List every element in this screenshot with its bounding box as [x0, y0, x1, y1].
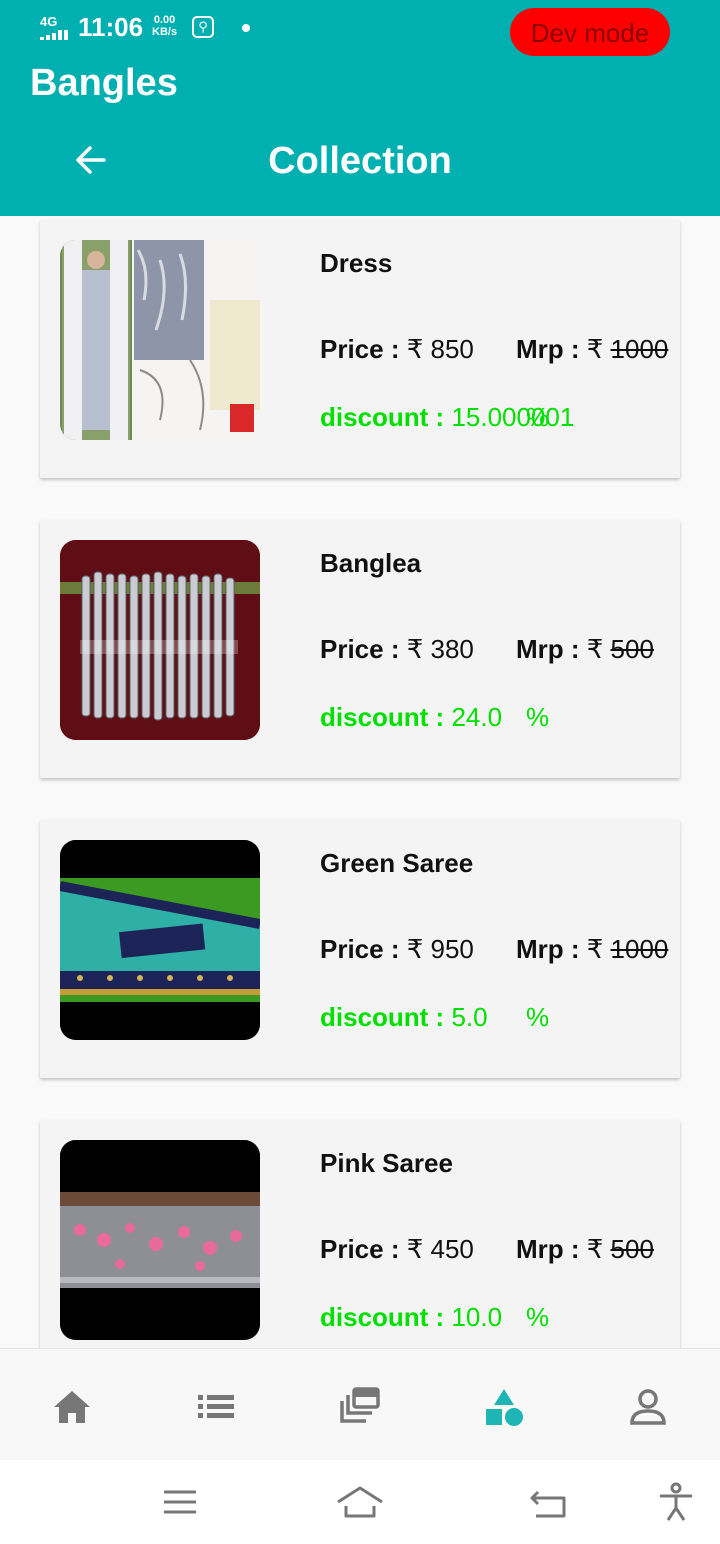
mrp-label: Mrp :	[516, 634, 587, 664]
product-discount: discount : 5.0	[320, 1002, 488, 1033]
category-icon[interactable]	[482, 1385, 526, 1429]
price-value: ₹ 850	[406, 334, 474, 364]
mrp-currency: ₹	[586, 634, 611, 664]
product-image	[60, 240, 260, 440]
bangles-image-icon	[60, 540, 260, 740]
mrp-label: Mrp :	[516, 934, 587, 964]
price-value: ₹ 380	[406, 634, 474, 664]
pink-saree-image-icon	[60, 1140, 260, 1340]
green-saree-image-icon	[60, 840, 260, 1040]
mrp-label: Mrp :	[516, 334, 587, 364]
discount-label: discount :	[320, 1002, 452, 1032]
product-mrp: Mrp : ₹ 1000	[516, 934, 668, 965]
mrp-currency: ₹	[586, 1234, 611, 1264]
mrp-label: Mrp :	[516, 1234, 587, 1264]
system-navigation-bar	[0, 1460, 720, 1544]
discount-label: discount :	[320, 1302, 452, 1332]
home-button-icon[interactable]	[336, 1482, 384, 1522]
product-name: Green Saree	[320, 848, 474, 878]
profile-icon[interactable]	[626, 1385, 670, 1429]
product-price: Price : ₹ 450	[320, 1234, 474, 1265]
dress-image-icon	[60, 240, 260, 440]
network-speed: 0.00 KB/s	[152, 14, 177, 38]
list-icon[interactable]	[194, 1385, 238, 1429]
discount-value: 24.0	[451, 702, 503, 732]
page-title: Collection	[268, 140, 452, 182]
discount-label: discount :	[320, 702, 452, 732]
product-image	[60, 540, 260, 740]
product-card[interactable]: Dress Price : ₹ 850 Mrp : ₹ 1000 discoun…	[40, 220, 680, 478]
product-discount: discount : 24.0	[320, 702, 502, 733]
product-price: Price : ₹ 380	[320, 634, 474, 665]
mrp-value: 500	[610, 634, 654, 664]
product-mrp: Mrp : ₹ 1000	[516, 334, 668, 365]
clock: 11:06	[78, 12, 144, 42]
collections-icon[interactable]	[338, 1385, 382, 1429]
product-name: Pink Saree	[320, 1148, 453, 1178]
price-label: Price :	[320, 934, 407, 964]
usb-debug-icon: ⚲	[192, 16, 214, 38]
price-label: Price :	[320, 634, 407, 664]
mrp-value: 1000	[610, 934, 669, 964]
discount-value: 15.000001	[451, 402, 575, 432]
discount-percent: %	[526, 402, 550, 432]
product-mrp: Mrp : ₹ 500	[516, 1234, 654, 1265]
product-price: Price : ₹ 850	[320, 334, 474, 365]
app-title: Bangles	[30, 62, 178, 104]
discount-label: discount :	[320, 402, 452, 432]
status-bar: 4G 11:06 0.00 KB/s ⚲ Dev mode	[0, 0, 720, 60]
price-value: ₹ 450	[406, 1234, 474, 1264]
product-price: Price : ₹ 950	[320, 934, 474, 965]
accessibility-icon[interactable]	[656, 1482, 696, 1522]
price-value: ₹ 950	[406, 934, 474, 964]
menu-icon[interactable]	[160, 1482, 200, 1522]
back-button-icon[interactable]	[528, 1482, 568, 1522]
product-image	[60, 1140, 260, 1340]
discount-value: 5.0	[451, 1002, 488, 1032]
product-card[interactable]: Pink Saree Price : ₹ 450 Mrp : ₹ 500 dis…	[40, 1120, 680, 1348]
mrp-currency: ₹	[586, 334, 611, 364]
home-icon[interactable]	[50, 1385, 94, 1429]
product-image	[60, 840, 260, 1040]
discount-percent: %	[526, 702, 550, 732]
notification-dot-icon	[242, 24, 250, 32]
speed-value: 0.00	[153, 14, 176, 26]
mrp-value: 500	[610, 1234, 654, 1264]
mrp-value: 1000	[610, 334, 669, 364]
signal-icon	[40, 30, 70, 40]
product-list[interactable]: Dress Price : ₹ 850 Mrp : ₹ 1000 discoun…	[0, 216, 720, 1348]
dev-mode-badge[interactable]: Dev mode	[510, 8, 670, 56]
product-discount: discount : 10.0	[320, 1302, 502, 1333]
product-card[interactable]: Green Saree Price : ₹ 950 Mrp : ₹ 1000 d…	[40, 820, 680, 1078]
product-name: Dress	[320, 248, 393, 278]
discount-percent: %	[526, 1302, 550, 1332]
discount-value: 10.0	[451, 1302, 503, 1332]
app-header: 4G 11:06 0.00 KB/s ⚲ Dev mode Bangles Co…	[0, 0, 720, 216]
product-name: Banglea	[320, 548, 422, 578]
speed-unit: KB/s	[152, 26, 178, 38]
price-label: Price :	[320, 1234, 407, 1264]
product-mrp: Mrp : ₹ 500	[516, 634, 654, 665]
product-card[interactable]: Banglea Price : ₹ 380 Mrp : ₹ 500 discou…	[40, 520, 680, 778]
mrp-currency: ₹	[586, 934, 611, 964]
network-type: 4G	[40, 14, 58, 29]
bottom-navigation	[0, 1348, 720, 1461]
price-label: Price :	[320, 334, 407, 364]
discount-percent: %	[526, 1002, 550, 1032]
